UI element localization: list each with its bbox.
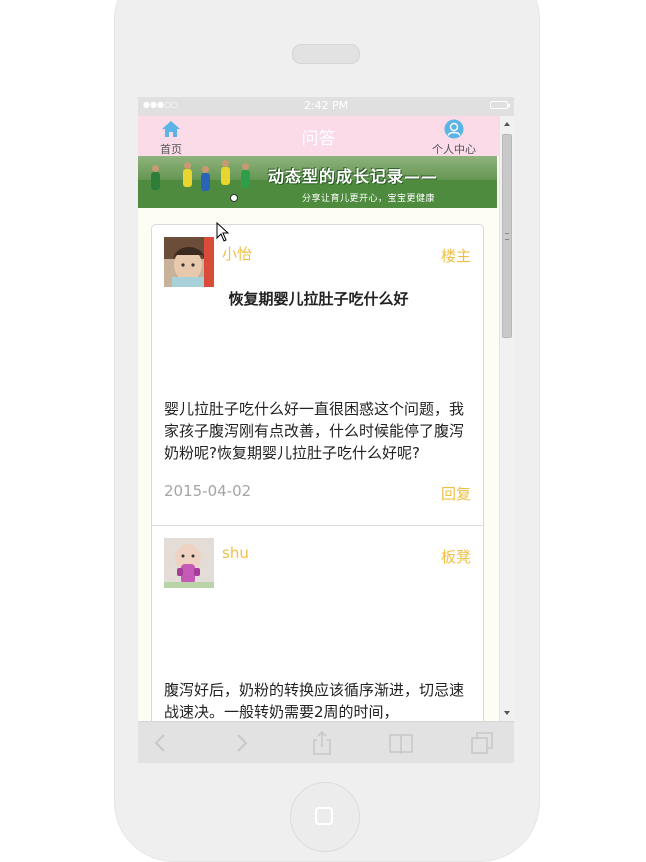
phone-screen: ●●●○○ 2:42 PM 首页 问答 个人中心 动态型的成长记录—— 分享让育… <box>138 97 514 763</box>
page-viewport[interactable]: 首页 问答 个人中心 动态型的成长记录—— 分享让育儿更开心，宝宝更健康 小怡 … <box>138 116 499 721</box>
banner-player <box>183 169 192 187</box>
top-nav: 首页 问答 个人中心 <box>138 116 499 156</box>
question-title: 恢复期婴儿拉肚子吃什么好 <box>228 290 409 308</box>
nav-user-center-label: 个人中心 <box>432 143 476 156</box>
promo-banner[interactable]: 动态型的成长记录—— 分享让育儿更开心，宝宝更健康 <box>138 156 497 208</box>
scrollbar-grip-icon <box>505 233 509 240</box>
reply-button[interactable]: 回复 <box>441 483 471 504</box>
scroll-down-arrow-icon[interactable] <box>504 711 510 715</box>
status-bar: ●●●○○ 2:42 PM <box>138 97 514 116</box>
back-arrow-icon[interactable] <box>148 730 174 756</box>
banner-player <box>241 170 250 188</box>
post-role-badge: 楼主 <box>440 247 471 265</box>
post-content: 腹泻好后，奶粉的转换应该循序渐进，切忌速战速决。一般转奶需要2周的时间， <box>164 681 465 721</box>
banner-player <box>201 173 210 191</box>
banner-player-head <box>152 165 159 172</box>
phone-speaker <box>292 44 360 64</box>
post-date: 2015-04-02 <box>164 482 252 500</box>
browser-toolbar <box>138 721 514 763</box>
vertical-scrollbar[interactable] <box>499 116 514 721</box>
post-username[interactable]: shu <box>222 544 249 562</box>
share-icon[interactable] <box>309 730 335 756</box>
scroll-up-arrow-icon[interactable] <box>504 122 510 126</box>
nav-user-center-button[interactable]: 个人中心 <box>424 119 484 156</box>
banner-subslogan: 分享让育儿更开心，宝宝更健康 <box>302 194 436 204</box>
banner-ball <box>230 194 238 202</box>
banner-player <box>221 167 230 185</box>
avatar-image <box>164 538 214 588</box>
scrollbar-thumb[interactable] <box>502 134 512 338</box>
forward-arrow-icon[interactable] <box>228 730 254 756</box>
user-icon <box>444 119 464 139</box>
home-square-icon <box>315 807 333 825</box>
banner-slogan: 动态型的成长记录—— <box>268 167 439 186</box>
tabs-icon[interactable] <box>469 730 495 756</box>
post-role-badge: 板凳 <box>440 548 471 566</box>
post-content: 婴儿拉肚子吃什么好一直很困惑这个问题，我家孩子腹泻刚有点改善，什么时候能停了腹泻… <box>164 400 465 462</box>
status-time: 2:42 PM <box>303 99 349 112</box>
post-card: shu 板凳 腹泻好后，奶粉的转换应该循序渐进，切忌速战速决。一般转奶需要2周的… <box>151 525 484 721</box>
banner-player-head <box>242 163 249 170</box>
post-card: 小怡 楼主 恢复期婴儿拉肚子吃什么好 婴儿拉肚子吃什么好一直很困惑这个问题，我家… <box>151 224 484 526</box>
post-username[interactable]: 小怡 <box>222 243 252 264</box>
phone-home-button[interactable] <box>290 782 360 852</box>
bookmarks-icon[interactable] <box>388 730 414 756</box>
avatar[interactable] <box>164 538 214 588</box>
banner-player-head <box>222 160 229 167</box>
banner-player-head <box>184 162 191 169</box>
battery-icon <box>490 101 510 109</box>
banner-player <box>151 172 160 190</box>
mouse-cursor-icon <box>216 222 230 242</box>
avatar[interactable] <box>164 237 214 287</box>
banner-player-head <box>202 166 209 173</box>
avatar-image <box>164 237 214 287</box>
